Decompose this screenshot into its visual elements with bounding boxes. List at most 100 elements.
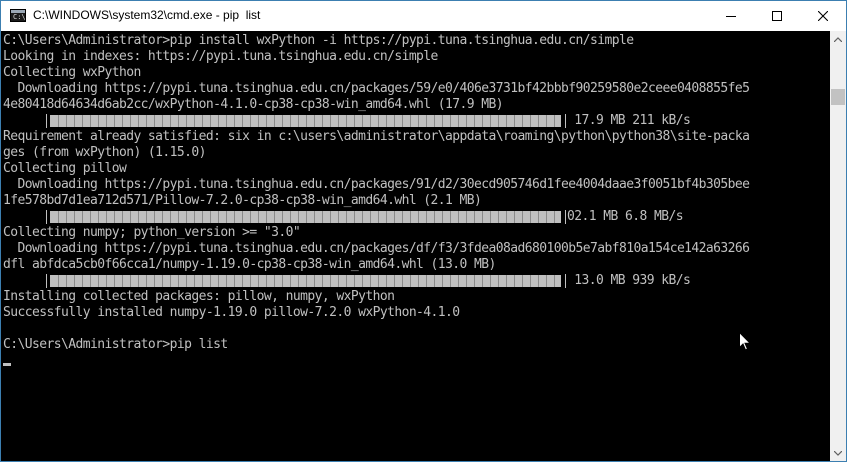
- progress-bar-segment: [370, 115, 371, 127]
- progress-bar-segment: [234, 211, 235, 223]
- progress-bar-segment: [466, 275, 467, 287]
- progress-bar-segment: [74, 275, 75, 287]
- progress-bar-segment: [90, 275, 91, 287]
- cmd-icon-label: C:\: [13, 13, 26, 21]
- progress-bar-segment: [242, 211, 243, 223]
- progress-bar-segment: [250, 275, 251, 287]
- scroll-up-button[interactable]: [830, 31, 846, 47]
- progress-bar-segment: [106, 211, 107, 223]
- progress-bar-fill: [50, 115, 561, 127]
- progress-bar-segment: [538, 211, 539, 223]
- progress-bar-segment: [394, 275, 395, 287]
- progress-bar-segment: [298, 211, 299, 223]
- progress-bar-segment: [506, 275, 507, 287]
- progress-bar-segment: [170, 115, 171, 127]
- progress-bar-segment: [394, 115, 395, 127]
- progress-bar-segment: [306, 115, 307, 127]
- progress-bar-segment: [178, 115, 179, 127]
- progress-bar-segment: [450, 275, 451, 287]
- progress-bar-segment: [162, 115, 163, 127]
- progress-bar-segment: [426, 211, 427, 223]
- progress-bar-segment: [274, 275, 275, 287]
- progress-bar-segment: [474, 115, 475, 127]
- title-bar[interactable]: C:\ C:\WINDOWS\system32\cmd.exe - pip li…: [1, 1, 846, 31]
- progress-bar-segment: [514, 275, 515, 287]
- progress-bar-segment: [146, 211, 147, 223]
- progress-bar-segment: [138, 275, 139, 287]
- progress-bar-segment: [258, 115, 259, 127]
- scroll-down-button[interactable]: [830, 445, 846, 461]
- progress-bar-segment: [362, 275, 363, 287]
- console-output[interactable]: C:\Users\Administrator>pip install wxPyt…: [1, 31, 830, 461]
- progress-bar-segment: [250, 115, 251, 127]
- progress-bar-segment: [426, 115, 427, 127]
- minimize-button[interactable]: [708, 1, 754, 31]
- scrollbar-thumb[interactable]: [831, 89, 845, 105]
- progress-bar-segment: [138, 211, 139, 223]
- chevron-up-icon: [834, 36, 842, 42]
- vertical-scrollbar[interactable]: [830, 31, 846, 461]
- progress-bar-segment: [330, 115, 331, 127]
- progress-bar-segment: [186, 211, 187, 223]
- console-line: Collecting pillow: [3, 161, 127, 176]
- progress-bar-segment: [474, 275, 475, 287]
- progress-bar-segment: [554, 115, 555, 127]
- progress-bar-segment: [98, 211, 99, 223]
- progress-bar-segment: [58, 115, 59, 127]
- progress-bar-segment: [162, 211, 163, 223]
- progress-bar-segment: [378, 211, 379, 223]
- progress-bar-segment: [322, 275, 323, 287]
- cmd-window: C:\ C:\WINDOWS\system32\cmd.exe - pip li…: [0, 0, 847, 462]
- progress-bar-segment: [154, 275, 155, 287]
- download-progress: 17.9 MB 211 kB/s: [1, 113, 830, 129]
- progress-bar-segment: [274, 115, 275, 127]
- progress-bar-segment: [226, 211, 227, 223]
- progress-bar-segment: [290, 115, 291, 127]
- progress-bar-segment: [402, 275, 403, 287]
- console-line: Collecting wxPython: [3, 65, 141, 80]
- close-button[interactable]: [800, 1, 846, 31]
- progress-bar-segment: [218, 275, 219, 287]
- progress-bar-segment: [402, 115, 403, 127]
- progress-bar-segment: [338, 211, 339, 223]
- progress-left-edge: [46, 274, 47, 288]
- progress-bar-segment: [194, 115, 195, 127]
- progress-bar-segment: [106, 115, 107, 127]
- progress-bar-segment: [370, 211, 371, 223]
- progress-text: 02.1 MB 6.8 MB/s: [567, 209, 684, 224]
- progress-bar-segment: [458, 115, 459, 127]
- progress-bar-segment: [530, 115, 531, 127]
- console-line: Collecting numpy; python_version >= "3.0…: [3, 225, 301, 240]
- progress-bar-segment: [170, 275, 171, 287]
- progress-bar-segment: [402, 211, 403, 223]
- progress-bar-segment: [186, 115, 187, 127]
- progress-bar-segment: [266, 275, 267, 287]
- progress-bar-segment: [146, 115, 147, 127]
- progress-bar-segment: [546, 211, 547, 223]
- progress-bar-segment: [514, 115, 515, 127]
- progress-bar-segment: [322, 115, 323, 127]
- progress-bar-segment: [202, 115, 203, 127]
- progress-bar-segment: [130, 275, 131, 287]
- download-progress: 13.0 MB 939 kB/s: [1, 273, 830, 289]
- progress-bar-segment: [338, 115, 339, 127]
- text-cursor: [3, 363, 11, 366]
- progress-bar-segment: [442, 275, 443, 287]
- progress-bar-segment: [394, 211, 395, 223]
- maximize-button[interactable]: [754, 1, 800, 31]
- progress-bar-segment: [354, 275, 355, 287]
- progress-bar-segment: [210, 115, 211, 127]
- progress-bar-segment: [90, 211, 91, 223]
- progress-bar-segment: [418, 115, 419, 127]
- progress-bar-segment: [146, 275, 147, 287]
- progress-bar-segment: [490, 115, 491, 127]
- progress-bar-segment: [242, 115, 243, 127]
- cmd-app-icon[interactable]: C:\: [10, 9, 26, 22]
- progress-bar-segment: [258, 211, 259, 223]
- progress-bar-segment: [130, 115, 131, 127]
- progress-bar-segment: [218, 211, 219, 223]
- progress-bar-segment: [554, 275, 555, 287]
- download-progress: 02.1 MB 6.8 MB/s: [1, 209, 830, 225]
- progress-bar-segment: [426, 275, 427, 287]
- progress-bar-segment: [314, 211, 315, 223]
